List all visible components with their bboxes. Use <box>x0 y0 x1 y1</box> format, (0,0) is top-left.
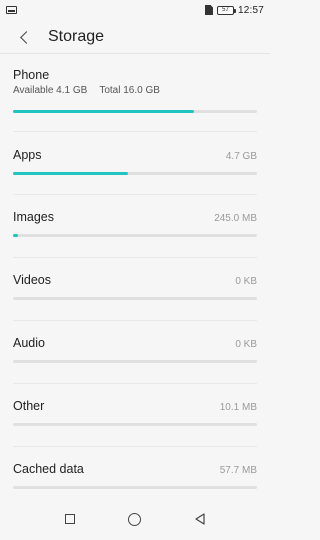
battery-level: 57 <box>222 7 229 13</box>
category-label: Audio <box>13 336 45 350</box>
row-divider <box>13 320 257 321</box>
category-usage-bar <box>13 172 257 175</box>
category-size: 57.7 MB <box>219 465 257 476</box>
category-usage-bar <box>13 297 257 300</box>
category-size: 4.7 GB <box>225 151 257 162</box>
category-usage-bar <box>13 423 257 426</box>
phone-title: Phone <box>13 68 50 82</box>
category-label: Cached data <box>13 462 84 476</box>
category-row-other[interactable]: Other 10.1 MB <box>13 399 257 439</box>
phone-storage-summary: Phone Available 4.1 GB Total 16.0 GB <box>13 68 257 113</box>
category-usage-bar <box>13 360 257 363</box>
page-title: Storage <box>48 28 105 45</box>
phone-available: Available 4.1 GB <box>13 85 88 96</box>
phone-capacity: Available 4.1 GB Total 16.0 GB <box>13 85 257 96</box>
recent-apps-button[interactable] <box>55 504 85 534</box>
category-row-audio[interactable]: Audio 0 KB <box>13 336 257 376</box>
row-divider <box>13 383 257 384</box>
category-row-images[interactable]: Images 245.0 MB <box>13 210 257 250</box>
category-usage-fill <box>13 234 18 237</box>
phone-usage-bar <box>13 110 257 113</box>
triangle-back-icon <box>195 513 205 525</box>
category-label: Apps <box>13 148 42 162</box>
category-size: 10.1 MB <box>219 402 257 413</box>
category-label: Videos <box>13 273 51 287</box>
category-size: 0 KB <box>235 339 257 350</box>
storage-screen: 57 12:57 Storage Phone Available 4.1 GB … <box>0 0 270 540</box>
home-button[interactable] <box>120 504 150 534</box>
category-usage-bar <box>13 234 257 237</box>
back-chevron-icon <box>19 30 33 44</box>
category-row-cached-data[interactable]: Cached data 57.7 MB <box>13 462 257 502</box>
system-nav-bar <box>0 498 270 540</box>
category-size: 245.0 MB <box>214 213 257 224</box>
row-divider <box>13 194 257 195</box>
back-button[interactable] <box>4 20 44 54</box>
category-label: Images <box>13 210 54 224</box>
image-notification-icon <box>6 6 17 14</box>
category-row-apps[interactable]: Apps 4.7 GB <box>13 148 257 188</box>
status-bar: 57 12:57 <box>0 0 270 20</box>
row-divider <box>13 446 257 447</box>
category-usage-bar <box>13 486 257 489</box>
battery-icon: 57 <box>216 5 236 15</box>
row-divider <box>13 257 257 258</box>
circle-icon <box>128 512 142 526</box>
row-divider <box>13 131 257 132</box>
square-icon <box>65 514 76 524</box>
header-divider <box>0 53 270 54</box>
category-label: Other <box>13 399 45 413</box>
category-size: 0 KB <box>235 276 257 287</box>
no-sim-icon <box>204 5 213 15</box>
phone-total: Total 16.0 GB <box>99 85 160 96</box>
system-back-button[interactable] <box>185 504 215 534</box>
app-bar: Storage <box>0 20 270 54</box>
category-usage-fill <box>13 172 128 175</box>
category-row-videos[interactable]: Videos 0 KB <box>13 273 257 313</box>
phone-usage-fill <box>13 110 194 113</box>
status-time: 12:57 <box>237 4 264 16</box>
